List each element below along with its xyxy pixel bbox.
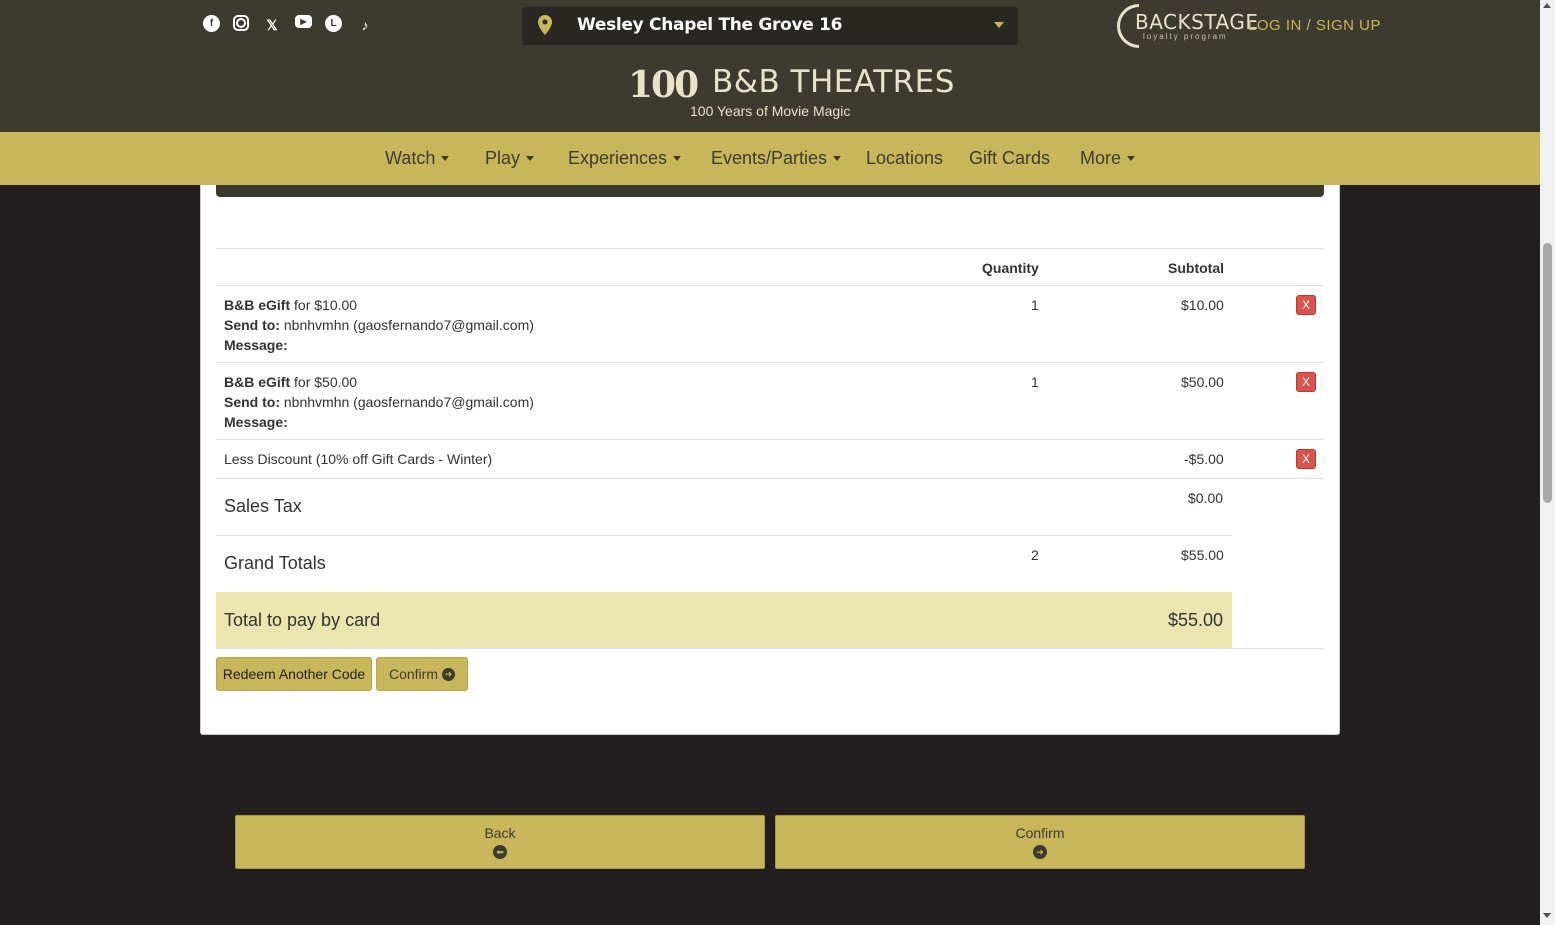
send-to-label: Send to:: [224, 317, 280, 333]
confirm-footer-label: Confirm: [1015, 825, 1065, 841]
item-quantity: 1: [1031, 374, 1039, 390]
backstage-subtitle: loyalty program: [1143, 32, 1228, 41]
back-button[interactable]: Back ⬅: [235, 815, 765, 869]
divider: [216, 362, 1324, 363]
item-message: Message:: [224, 414, 288, 430]
confirm-button[interactable]: Confirm ➜: [376, 657, 468, 691]
remove-item-button[interactable]: X: [1296, 295, 1316, 315]
arrow-left-circle-icon: ⬅: [493, 845, 507, 859]
nav-events-parties[interactable]: Events/Parties: [711, 148, 842, 169]
backstage-logo[interactable]: BACKSTAGE loyalty program: [1117, 4, 1258, 48]
nav-locations[interactable]: Locations: [866, 148, 943, 169]
send-to-value: nbnhvmhn (gaosfernando7@gmail.com): [280, 394, 534, 410]
item-name: B&B eGift: [224, 374, 291, 390]
grand-totals-label: Grand Totals: [224, 553, 326, 573]
nav-locations-label: Locations: [866, 148, 944, 168]
item-subtotal: $10.00: [1181, 297, 1224, 313]
nav-play-label: Play: [485, 148, 521, 168]
tiktok-icon[interactable]: ♪: [355, 15, 375, 35]
nav-experiences[interactable]: Experiences: [568, 148, 682, 169]
item-amount: for $10.00: [290, 297, 358, 313]
item-quantity: 1: [1031, 297, 1039, 313]
item-subtotal: $50.00: [1181, 374, 1224, 390]
nav-play[interactable]: Play: [485, 148, 535, 169]
brand-100-mark: 100: [628, 64, 699, 106]
item-send-to: Send to: nbnhvmhn (gaosfernando7@gmail.c…: [224, 394, 534, 410]
item-message: Message:: [224, 337, 288, 353]
item-name: B&B eGift: [224, 297, 291, 313]
confirm-footer-button[interactable]: Confirm ➜: [775, 815, 1305, 869]
subtotal-header: Subtotal: [1168, 260, 1224, 276]
divider: [216, 648, 1324, 649]
nav-more-label: More: [1080, 148, 1122, 168]
item-title: B&B eGift for $50.00: [224, 374, 357, 390]
sales-tax-label: Sales Tax: [224, 496, 302, 516]
instagram-icon[interactable]: [233, 15, 249, 31]
social-links: f 𝕏 ▶ L ♪: [203, 15, 388, 35]
caret-down-icon: [833, 156, 842, 161]
chevron-down-icon[interactable]: [994, 22, 1004, 28]
nav-experiences-label: Experiences: [568, 148, 668, 168]
nav-watch-label: Watch: [385, 148, 436, 168]
scrollbar-thumb[interactable]: [1543, 243, 1552, 503]
divider: [216, 439, 1324, 440]
nav-events-label: Events/Parties: [711, 148, 828, 168]
divider: [216, 478, 1324, 479]
scroll-down-arrow-icon[interactable]: [1543, 913, 1551, 918]
login-signup-link[interactable]: LOG IN / SIGN UP: [1248, 17, 1381, 34]
item-title: B&B eGift for $10.00: [224, 297, 357, 313]
sales-tax-value: $0.00: [1188, 490, 1224, 506]
divider: [216, 248, 1324, 249]
card-header-bar: [216, 185, 1324, 197]
remove-item-button[interactable]: X: [1296, 372, 1316, 392]
location-label[interactable]: Wesley Chapel The Grove 16: [577, 15, 843, 35]
caret-down-icon: [526, 156, 535, 161]
brand-name: B&B THEATRES: [712, 64, 955, 100]
grand-totals-quantity: 2: [1031, 547, 1039, 563]
quantity-header: Quantity: [982, 260, 1039, 276]
discount-value: -$5.00: [1184, 451, 1224, 467]
send-to-value: nbnhvmhn (gaosfernando7@gmail.com): [280, 317, 534, 333]
caret-down-icon: [673, 156, 682, 161]
message-label: Message:: [224, 337, 288, 353]
send-to-label: Send to:: [224, 394, 280, 410]
brand-logo[interactable]: 100 B&B THEATRES 100 Years of Movie Magi…: [628, 62, 954, 124]
divider: [216, 535, 1232, 536]
arrow-right-circle-icon: ➜: [442, 667, 455, 681]
discount-label: Less Discount (10% off Gift Cards - Wint…: [224, 451, 493, 467]
total-to-pay-label: Total to pay by card: [224, 610, 381, 630]
nav-gift-cards-label: Gift Cards: [969, 148, 1051, 168]
x-twitter-icon[interactable]: 𝕏: [262, 15, 282, 35]
nav-gift-cards[interactable]: Gift Cards: [969, 148, 1050, 169]
back-label: Back: [484, 825, 516, 841]
letterboxd-icon[interactable]: L: [325, 15, 342, 32]
redeem-another-code-button[interactable]: Redeem Another Code: [216, 657, 372, 691]
grand-totals-value: $55.00: [1181, 547, 1224, 563]
nav-more[interactable]: More: [1080, 148, 1136, 169]
brand-tagline: 100 Years of Movie Magic: [690, 103, 851, 119]
facebook-icon[interactable]: f: [203, 15, 220, 32]
youtube-icon[interactable]: ▶: [295, 15, 312, 28]
confirm-label: Confirm: [388, 666, 438, 682]
arrow-right-circle-icon: ➜: [1033, 845, 1047, 859]
item-send-to: Send to: nbnhvmhn (gaosfernando7@gmail.c…: [224, 317, 534, 333]
divider: [216, 285, 1324, 286]
nav-watch[interactable]: Watch: [385, 148, 450, 169]
total-to-pay-value: $55.00: [1168, 610, 1224, 630]
scroll-up-arrow-icon[interactable]: [1543, 3, 1551, 8]
caret-down-icon: [1127, 156, 1136, 161]
remove-discount-button[interactable]: X: [1296, 449, 1316, 469]
message-label: Message:: [224, 414, 288, 430]
backstage-title: BACKSTAGE: [1135, 10, 1259, 34]
caret-down-icon: [441, 156, 450, 161]
map-pin-icon: [538, 15, 552, 35]
item-amount: for $50.00: [290, 374, 358, 390]
